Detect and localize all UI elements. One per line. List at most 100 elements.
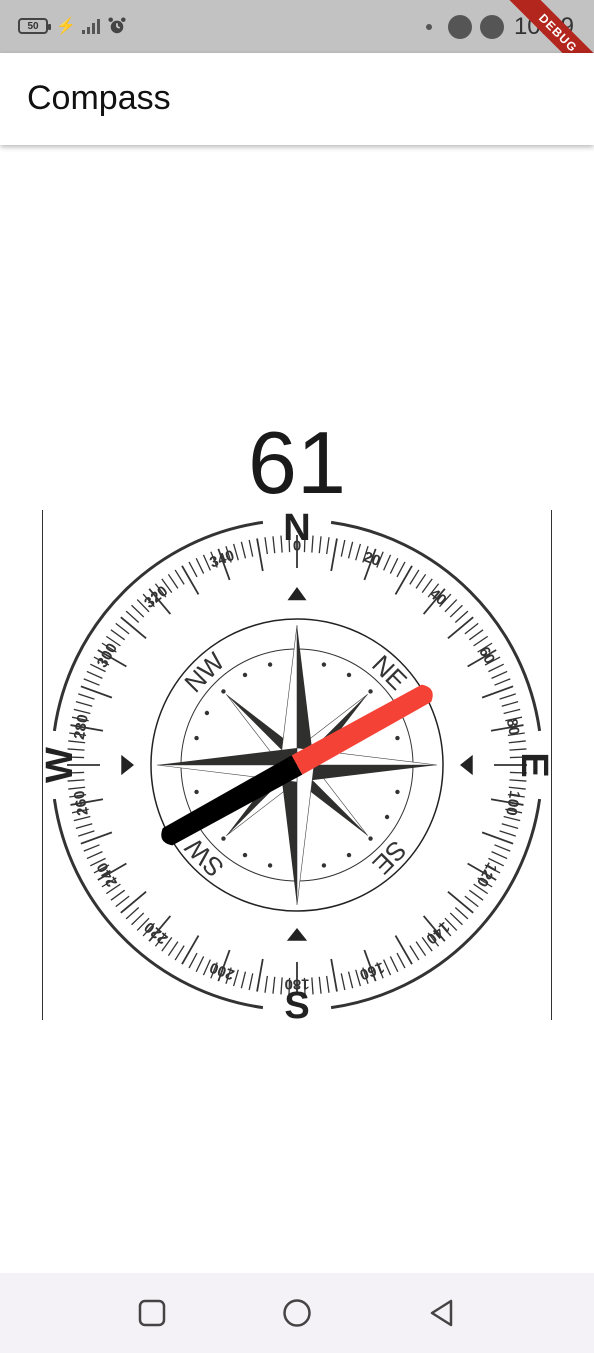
degree-tick bbox=[68, 786, 86, 790]
cardinal-marker bbox=[121, 754, 134, 776]
dial-dot bbox=[242, 672, 248, 678]
degree-tick bbox=[167, 941, 179, 957]
cardinal-marker bbox=[287, 587, 307, 601]
degree-tick bbox=[330, 538, 338, 572]
dial-dot bbox=[346, 672, 352, 678]
degree-tick bbox=[509, 779, 527, 782]
degree-tick bbox=[394, 935, 413, 965]
degree-tick bbox=[256, 958, 264, 992]
battery-icon: 50 bbox=[18, 18, 51, 34]
degree-tick bbox=[75, 700, 93, 707]
degree-tick bbox=[389, 557, 399, 574]
alarm-icon bbox=[108, 17, 126, 34]
cardinal-marker bbox=[286, 928, 308, 941]
degree-tick bbox=[248, 973, 254, 991]
degree-tick bbox=[340, 539, 346, 557]
degree-tick bbox=[264, 537, 268, 555]
degree-tick bbox=[264, 975, 268, 993]
dial-dot bbox=[395, 789, 400, 795]
cardinal-s: S bbox=[284, 985, 309, 1020]
degree-tick bbox=[120, 616, 147, 640]
degree-tick bbox=[330, 958, 338, 992]
degree-tick bbox=[131, 912, 145, 926]
degree-tick bbox=[83, 844, 100, 852]
dial-dot bbox=[221, 836, 226, 841]
battery-level: 50 bbox=[27, 20, 39, 32]
degree-tick bbox=[389, 956, 399, 973]
degree-tick bbox=[468, 629, 484, 641]
degree-tick bbox=[256, 538, 264, 572]
degree-label: 300 bbox=[94, 640, 121, 670]
recent-apps-icon[interactable] bbox=[137, 1298, 167, 1328]
dial-dot bbox=[267, 662, 273, 667]
rose-point-light bbox=[296, 764, 315, 906]
rose-point-light bbox=[279, 624, 298, 766]
degree-label: 240 bbox=[94, 859, 121, 889]
degree-label: 40 bbox=[426, 585, 450, 609]
degree-tick bbox=[318, 976, 322, 994]
degree-tick bbox=[421, 578, 433, 594]
degree-tick bbox=[326, 537, 330, 555]
degree-tick bbox=[110, 889, 126, 901]
degree-tick bbox=[75, 823, 93, 830]
degree-label: 160 bbox=[357, 959, 386, 984]
degree-tick bbox=[131, 604, 145, 618]
degree-tick bbox=[347, 541, 354, 559]
degree-tick bbox=[473, 635, 489, 647]
degree-tick bbox=[181, 565, 200, 595]
degree-tick bbox=[195, 557, 205, 574]
degree-tick bbox=[125, 610, 140, 623]
degree-tick bbox=[409, 945, 420, 961]
charging-icon: ⚡ bbox=[56, 18, 76, 35]
compass-dial: 0204060801001201401601802002202402602803… bbox=[42, 510, 552, 1020]
degree-tick bbox=[86, 670, 103, 679]
degree-tick bbox=[280, 535, 283, 553]
degree-tick bbox=[174, 569, 185, 585]
degree-tick bbox=[494, 844, 511, 852]
degree-tick bbox=[509, 748, 527, 751]
back-icon[interactable] bbox=[427, 1298, 457, 1328]
degree-tick bbox=[115, 895, 130, 908]
degree-tick bbox=[340, 973, 346, 991]
cardinal-w: W bbox=[42, 747, 81, 783]
degree-tick bbox=[78, 830, 95, 837]
degree-label: 280 bbox=[71, 713, 92, 741]
degree-tick bbox=[78, 693, 95, 700]
degree-tick bbox=[464, 622, 479, 635]
degree-label: 100 bbox=[502, 789, 523, 817]
dial-dot bbox=[267, 863, 273, 868]
dial-dot bbox=[346, 852, 352, 858]
status-left: 50 ⚡ bbox=[18, 14, 126, 38]
degree-tick bbox=[409, 569, 420, 585]
dial-dot bbox=[395, 735, 400, 741]
degree-tick bbox=[125, 907, 140, 920]
degree-label: 260 bbox=[71, 789, 92, 817]
degree-tick bbox=[499, 830, 516, 837]
circle-icon bbox=[479, 15, 504, 39]
degree-label: 340 bbox=[207, 547, 236, 572]
cardinal-n: N bbox=[283, 510, 310, 549]
degree-tick bbox=[396, 952, 406, 969]
degree-tick bbox=[415, 573, 427, 589]
degree-tick bbox=[181, 935, 200, 965]
degree-tick bbox=[326, 975, 330, 993]
cardinal-marker bbox=[460, 754, 473, 776]
degree-tick bbox=[447, 890, 474, 914]
degree-tick bbox=[311, 535, 314, 553]
degree-tick bbox=[494, 678, 511, 686]
heading-degrees: 61 bbox=[248, 413, 346, 512]
home-icon[interactable] bbox=[282, 1298, 312, 1328]
degree-tick bbox=[415, 941, 427, 957]
degree-tick bbox=[491, 670, 508, 679]
degree-tick bbox=[86, 851, 103, 860]
degree-tick bbox=[68, 740, 86, 744]
intercardinal-se: SE bbox=[367, 835, 413, 881]
degree-tick bbox=[83, 678, 100, 686]
degree-tick bbox=[73, 708, 91, 715]
degree-tick bbox=[447, 616, 474, 640]
degree-tick bbox=[503, 815, 521, 822]
degree-tick bbox=[272, 976, 276, 994]
page-title: Compass bbox=[27, 79, 171, 117]
degree-tick bbox=[491, 851, 508, 860]
degree-tick bbox=[240, 541, 247, 559]
